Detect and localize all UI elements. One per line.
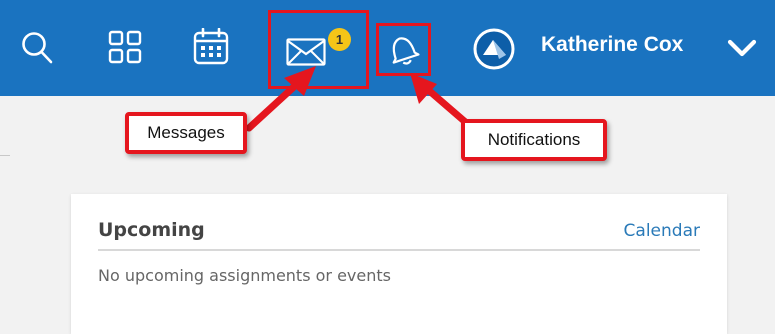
- avatar-icon[interactable]: [473, 28, 515, 70]
- upcoming-card: Upcoming Calendar No upcoming assignment…: [71, 194, 727, 334]
- notifications-highlight-box: [376, 23, 431, 76]
- messages-callout: Messages: [125, 112, 247, 154]
- left-divider-tick: [0, 155, 10, 156]
- calendar-icon[interactable]: [193, 28, 229, 66]
- notifications-callout: Notifications: [461, 119, 607, 161]
- calendar-link[interactable]: Calendar: [624, 221, 700, 241]
- messages-highlight-box: [268, 10, 369, 89]
- upcoming-empty-message: No upcoming assignments or events: [98, 266, 391, 285]
- user-name[interactable]: Katherine Cox: [541, 33, 683, 57]
- card-divider: [98, 249, 700, 251]
- messages-callout-label: Messages: [147, 123, 225, 142]
- grid-icon[interactable]: [108, 30, 142, 64]
- search-icon[interactable]: [20, 30, 54, 66]
- chevron-down-icon[interactable]: [727, 37, 757, 59]
- upcoming-title: Upcoming: [98, 219, 205, 241]
- notifications-callout-label: Notifications: [487, 130, 581, 149]
